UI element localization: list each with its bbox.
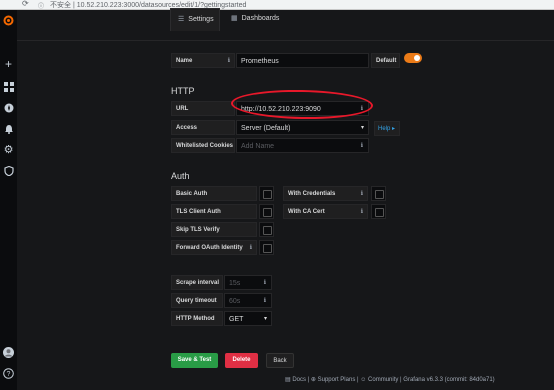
with-ca-cert-checkbox[interactable] xyxy=(371,204,386,219)
whitelisted-cookies-label: Whitelisted Cookies xyxy=(171,138,235,153)
info-icon[interactable]: ℹ xyxy=(250,241,252,256)
shield-icon[interactable] xyxy=(3,165,14,177)
name-label: Name ℹ xyxy=(171,53,235,68)
basic-auth-label: Basic Auth xyxy=(171,186,257,201)
security-label: 不安全 xyxy=(50,2,71,9)
dashboards-icon[interactable] xyxy=(3,82,14,93)
basic-auth-checkbox[interactable] xyxy=(259,186,274,201)
tab-dashboards-label: Dashboards xyxy=(241,15,280,22)
reload-icon[interactable]: ⟳ xyxy=(22,0,29,8)
tab-settings[interactable]: ☰ Settings xyxy=(170,8,220,31)
svg-text:?: ? xyxy=(7,371,11,378)
support-icon: ⊕ xyxy=(310,377,316,383)
tab-divider xyxy=(17,40,554,41)
whitelisted-cookies-input[interactable]: Add Name ℹ xyxy=(236,138,369,153)
back-button[interactable]: Back xyxy=(266,353,294,368)
tls-client-auth-label: TLS Client Auth xyxy=(171,204,257,219)
skip-tls-checkbox[interactable] xyxy=(259,222,274,237)
info-icon[interactable]: ℹ xyxy=(361,205,363,220)
query-timeout-label: Query timeout xyxy=(171,293,223,308)
grafana-logo-icon[interactable] xyxy=(3,15,14,26)
auth-section-title: Auth xyxy=(171,171,190,181)
forward-oauth-label: Forward OAuth Identity ℹ xyxy=(171,240,257,255)
docs-link[interactable]: Docs xyxy=(292,377,306,383)
scrape-interval-label: Scrape interval xyxy=(171,275,223,290)
avatar[interactable] xyxy=(3,347,14,358)
info-icon[interactable]: ⓘ xyxy=(38,1,44,10)
info-icon[interactable]: ℹ xyxy=(264,294,266,309)
support-plans-link[interactable]: Support Plans xyxy=(318,377,356,383)
chevron-down-icon: ▾ xyxy=(360,125,364,131)
query-timeout-input[interactable]: 60s ℹ xyxy=(224,293,272,308)
chevron-down-icon: ▾ xyxy=(263,316,267,322)
explore-icon[interactable] xyxy=(3,103,14,114)
scrape-interval-input[interactable]: 15s ℹ xyxy=(224,275,272,290)
sliders-icon: ☰ xyxy=(178,16,185,23)
default-label: Default xyxy=(371,53,400,68)
http-section-title: HTTP xyxy=(171,86,195,96)
community-icon: ☺ xyxy=(360,377,367,383)
configuration-gear-icon[interactable]: ⚙ xyxy=(3,145,14,156)
access-select[interactable]: Server (Default) ▾ xyxy=(236,120,369,135)
http-method-label: HTTP Method xyxy=(171,311,223,326)
plus-icon[interactable]: + xyxy=(3,58,14,70)
info-icon[interactable]: ℹ xyxy=(228,54,230,69)
version-text: Grafana v6.3.3 (commit: 84d0a71) xyxy=(403,377,495,383)
docs-icon: ▤ xyxy=(285,377,291,383)
community-link[interactable]: Community xyxy=(368,377,398,383)
footer: ▤ Docs | ⊕ Support Plans | ☺ Community |… xyxy=(285,377,495,383)
skip-tls-label: Skip TLS Verify xyxy=(171,222,257,237)
save-and-test-button[interactable]: Save & Test xyxy=(171,353,218,368)
with-ca-cert-label: With CA Cert ℹ xyxy=(283,204,368,219)
info-icon[interactable]: ℹ xyxy=(361,187,363,202)
info-icon[interactable]: ℹ xyxy=(264,276,266,291)
url-label: URL xyxy=(171,101,235,116)
name-input[interactable]: Prometheus xyxy=(236,53,369,68)
http-method-select[interactable]: GET ▾ xyxy=(224,311,272,326)
sidebar: + ⚙ ? xyxy=(0,10,17,390)
access-label: Access xyxy=(171,120,235,135)
alerting-bell-icon[interactable] xyxy=(3,124,14,135)
with-credentials-label: With Credentials ℹ xyxy=(283,186,368,201)
delete-button[interactable]: Delete xyxy=(225,353,258,368)
info-icon[interactable]: ℹ xyxy=(361,139,363,154)
tab-dashboards[interactable]: ▦ Dashboards xyxy=(231,8,279,30)
forward-oauth-checkbox[interactable] xyxy=(259,240,274,255)
url-text: 10.52.210.223:3000/datasources/edit/1/?g… xyxy=(76,2,247,9)
tab-settings-label: Settings xyxy=(188,16,214,23)
help-icon[interactable]: ? xyxy=(3,368,14,379)
apps-icon: ▦ xyxy=(231,15,238,22)
with-credentials-checkbox[interactable] xyxy=(371,186,386,201)
default-toggle[interactable] xyxy=(404,53,422,63)
tls-client-auth-checkbox[interactable] xyxy=(259,204,274,219)
help-button[interactable]: Help ▸ xyxy=(374,121,400,136)
